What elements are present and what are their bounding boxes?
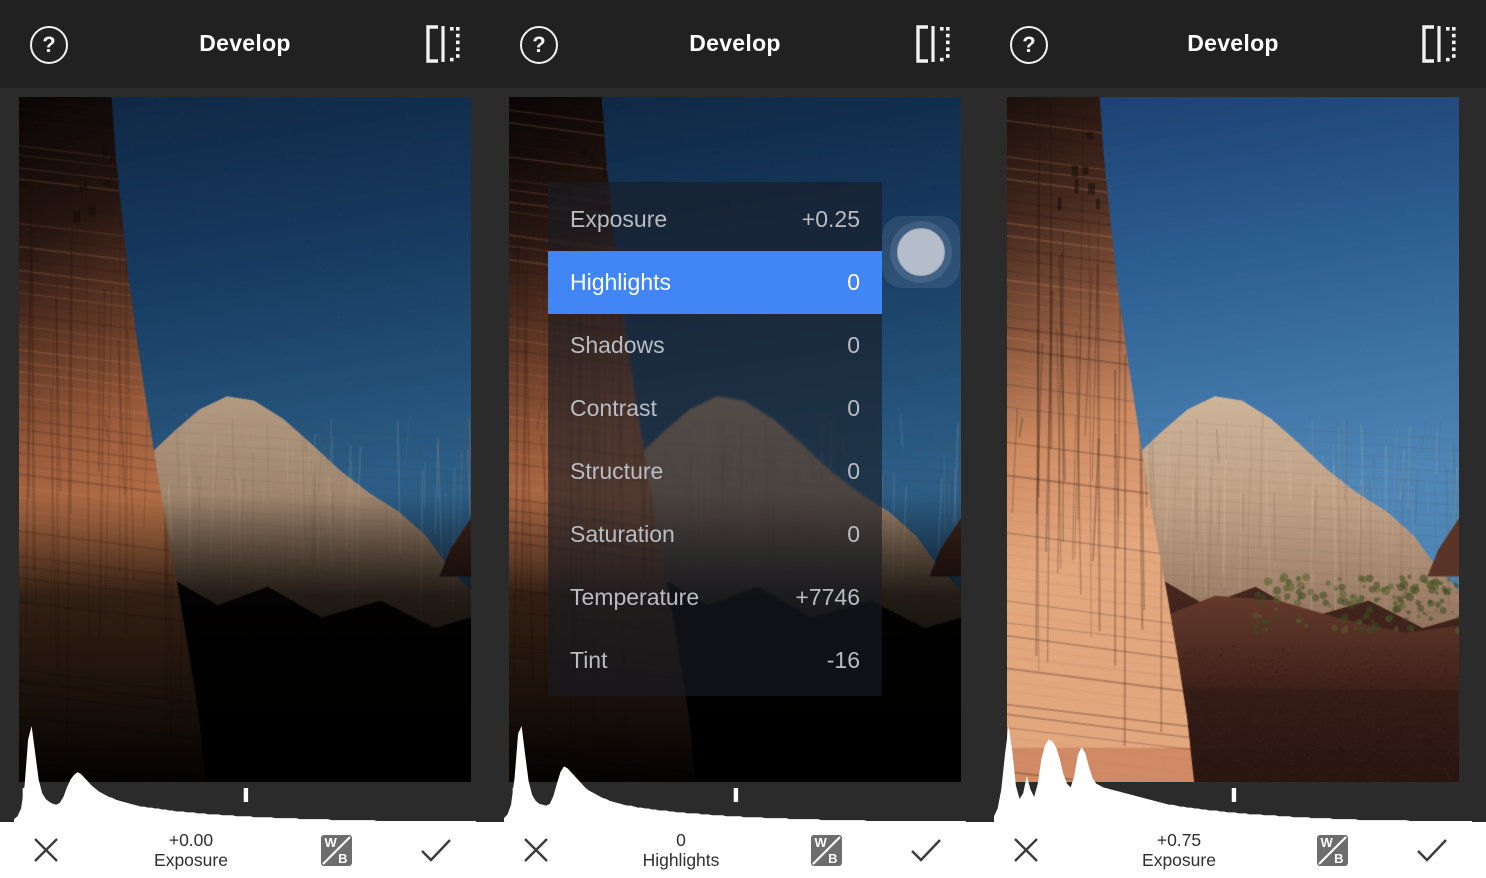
current-adjustment-readout: 0 Highlights [582, 822, 780, 878]
touch-ring [890, 221, 952, 283]
adjustment-label: Exposure [570, 206, 667, 233]
bottom-toolbar: 0 Highlights W B [490, 822, 980, 878]
adjustment-label: Saturation [570, 521, 675, 548]
adjustment-name: Exposure [1142, 850, 1216, 871]
photo-stage[interactable] [980, 88, 1486, 822]
adjustment-row-tint[interactable]: Tint -16 [548, 629, 882, 692]
phone-panel-2: ? Develop Exposure +0.25 Highlights 0 Sh… [490, 0, 980, 878]
adjustment-row-structure[interactable]: Structure 0 [548, 440, 882, 503]
adjustment-label: Structure [570, 458, 663, 485]
three-panel-screenshot: ? Develop +0.00 Exposure W B ? Develop E… [0, 0, 1486, 878]
current-adjustment-readout: +0.75 Exposure [1072, 822, 1286, 878]
adjustment-row-shadows[interactable]: Shadows 0 [548, 314, 882, 377]
wb-w-label: W [325, 836, 337, 849]
photo-canvas[interactable] [19, 97, 471, 782]
adjustment-value: 0 [847, 458, 860, 485]
white-balance-button[interactable]: W B [1286, 822, 1378, 878]
page-title: Develop [980, 30, 1486, 57]
adjustment-value: 0 [847, 269, 860, 296]
adjustment-value: 0 [847, 395, 860, 422]
adjustment-row-exposure[interactable]: Exposure +0.25 [548, 188, 882, 251]
adjustment-label: Highlights [570, 269, 671, 296]
bottom-toolbar: +0.75 Exposure W B [980, 822, 1486, 878]
page-title: Develop [0, 30, 490, 57]
white-balance-button[interactable]: W B [780, 822, 872, 878]
page-title: Develop [490, 30, 980, 57]
photo-stage[interactable] [0, 88, 490, 822]
adjustment-value: 0 [847, 332, 860, 359]
confirm-button[interactable] [382, 822, 490, 878]
adjustment-label: Contrast [570, 395, 657, 422]
adjustment-value: +0.75 [1157, 830, 1201, 850]
current-adjustment-readout: +0.00 Exposure [92, 822, 290, 878]
compare-before-after-icon[interactable] [422, 22, 462, 66]
compare-before-after-icon[interactable] [1418, 22, 1458, 66]
adjustment-row-saturation[interactable]: Saturation 0 [548, 503, 882, 566]
adjustment-menu[interactable]: Exposure +0.25 Highlights 0 Shadows 0 Contrast… [548, 182, 882, 696]
adjustment-label: Temperature [570, 584, 699, 611]
wb-b-label: B [828, 852, 837, 865]
adjustment-row-temperature[interactable]: Temperature +7746 [548, 566, 882, 629]
adjustment-row-highlights[interactable]: Highlights 0 [548, 251, 882, 314]
touch-indicator [882, 216, 960, 288]
phone-panel-3: ? Develop +0.75 Exposure W B [980, 0, 1486, 878]
cancel-button[interactable] [980, 822, 1072, 878]
touch-dot [897, 228, 945, 276]
adjustment-value: +0.00 [169, 830, 213, 850]
confirm-button[interactable] [872, 822, 980, 878]
adjustment-name: Exposure [154, 850, 228, 871]
adjustment-row-contrast[interactable]: Contrast 0 [548, 377, 882, 440]
cancel-button[interactable] [0, 822, 92, 878]
bottom-toolbar: +0.00 Exposure W B [0, 822, 490, 878]
adjustment-label: Tint [570, 647, 608, 674]
wb-b-label: B [338, 852, 347, 865]
photo-canvas[interactable] [1007, 97, 1459, 782]
wb-w-label: W [815, 836, 827, 849]
adjustment-value: 0 [847, 521, 860, 548]
top-bar: ? Develop [980, 0, 1486, 88]
white-balance-icon: W B [811, 835, 842, 866]
adjustment-value: 0 [676, 830, 686, 850]
white-balance-icon: W B [321, 835, 352, 866]
adjustment-label: Shadows [570, 332, 665, 359]
adjustment-value: -16 [827, 647, 860, 674]
top-bar: ? Develop [490, 0, 980, 88]
cancel-button[interactable] [490, 822, 582, 878]
wb-b-label: B [1334, 852, 1343, 865]
adjustment-name: Highlights [643, 850, 720, 871]
adjustment-value: +7746 [795, 584, 860, 611]
phone-panel-1: ? Develop +0.00 Exposure W B [0, 0, 490, 878]
confirm-button[interactable] [1378, 822, 1486, 878]
adjustment-value: +0.25 [802, 206, 860, 233]
white-balance-icon: W B [1317, 835, 1348, 866]
white-balance-button[interactable]: W B [290, 822, 382, 878]
wb-w-label: W [1321, 836, 1333, 849]
compare-before-after-icon[interactable] [912, 22, 952, 66]
top-bar: ? Develop [0, 0, 490, 88]
